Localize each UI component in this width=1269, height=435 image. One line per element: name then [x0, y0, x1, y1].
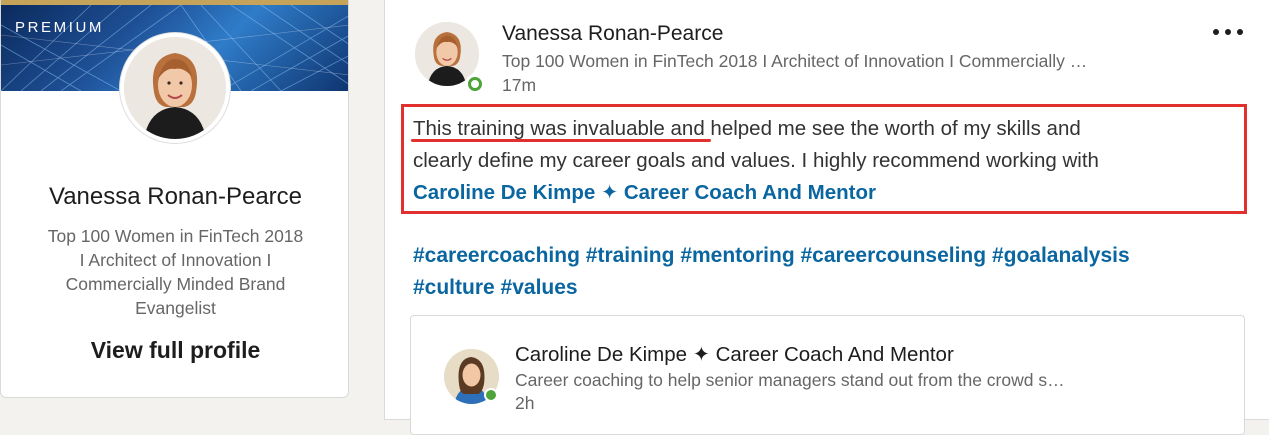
shared-name[interactable]: Caroline De Kimpe ✦ Career Coach And Men… — [515, 342, 954, 367]
headline-line: Top 100 Women in FinTech 2018 — [47, 226, 304, 246]
hashtag-link[interactable]: #training — [586, 244, 675, 267]
premium-badge: PREMIUM — [15, 19, 105, 36]
hashtag-link[interactable]: #goalanalysis — [992, 244, 1130, 267]
profile-name[interactable]: Vanessa Ronan-Pearce — [1, 183, 348, 211]
post-text-line: clearly define my career goals and value… — [413, 149, 1099, 172]
profile-photo — [124, 37, 226, 139]
post-text-line: This training was invaluable and helped … — [413, 117, 1081, 140]
more-options-icon[interactable] — [1211, 20, 1251, 46]
view-full-profile-link[interactable]: View full profile — [1, 337, 348, 364]
headline-line: Commercially Minded Brand — [65, 274, 286, 294]
feed-post: Vanessa Ronan-Pearce Top 100 Women in Fi… — [384, 0, 1269, 435]
hashtag-link[interactable]: #values — [501, 276, 578, 299]
avatar[interactable] — [120, 33, 230, 143]
profile-card: PREMIUM Vanessa Ronan-Pearce Top 100 Wom… — [0, 0, 349, 398]
hashtag-list: #careercoaching #training #mentoring #ca… — [413, 240, 1253, 304]
shared-timestamp: 2h — [515, 393, 535, 413]
author-name[interactable]: Vanessa Ronan-Pearce — [502, 22, 723, 46]
headline-line: I Architect of Innovation I — [79, 250, 272, 270]
profile-headline: Top 100 Women in FinTech 2018 I Architec… — [21, 224, 330, 320]
shared-profile-card[interactable]: Caroline De Kimpe ✦ Career Coach And Men… — [410, 315, 1245, 435]
shared-description: Career coaching to help senior managers … — [515, 370, 1065, 390]
hashtag-link[interactable]: #mentoring — [680, 244, 794, 267]
headline-line: Evangelist — [135, 298, 216, 318]
author-headline: Top 100 Women in FinTech 2018 I Architec… — [502, 51, 1088, 71]
hashtag-link[interactable]: #culture — [413, 276, 495, 299]
hashtag-link[interactable]: #careercoaching — [413, 244, 580, 267]
hashtag-link[interactable]: #careercounseling — [801, 244, 987, 267]
post-timestamp: 17m — [502, 75, 537, 95]
online-status-icon — [465, 74, 485, 94]
online-status-icon — [484, 388, 498, 402]
mention-link[interactable]: Caroline De Kimpe ✦ Career Coach And Men… — [413, 177, 1233, 209]
post-body: This training was invaluable and helped … — [413, 113, 1233, 209]
